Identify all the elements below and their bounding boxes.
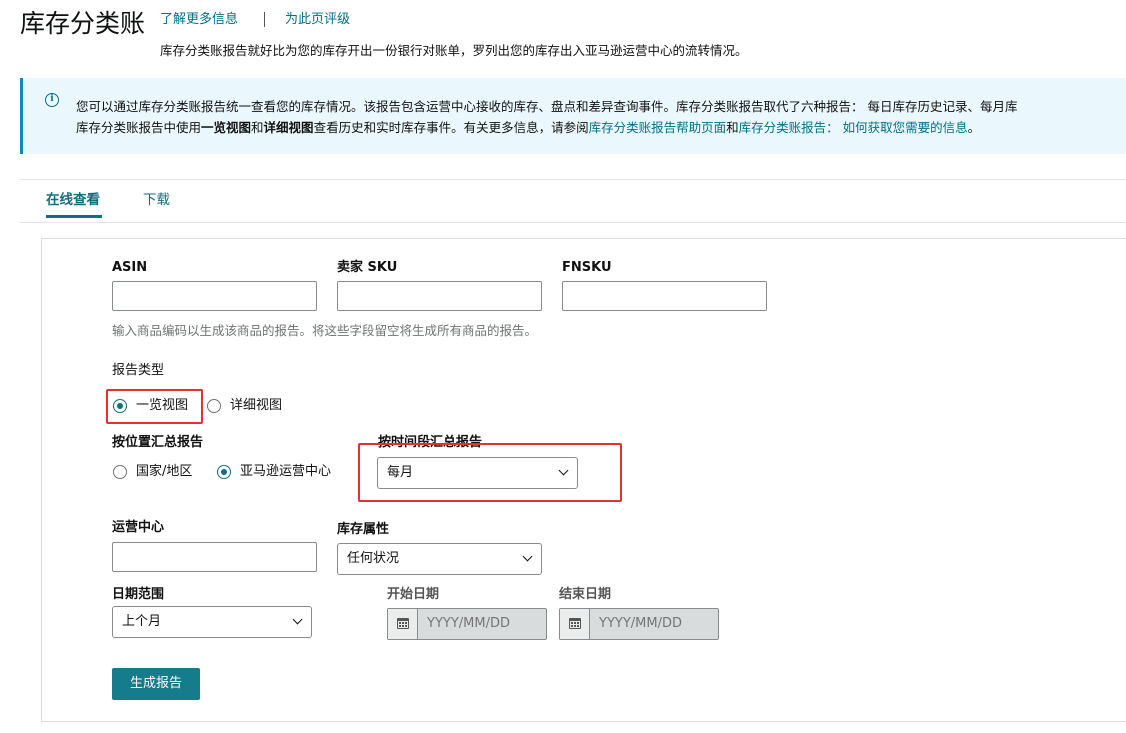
banner-text-line1: 您可以通过库存分类账报告统一查看您的库存情况。该报告包含运营中心接收的库存、盘点…	[76, 99, 1018, 114]
seller-sku-input[interactable]	[337, 281, 542, 311]
detail-view-label[interactable]: 详细视图	[230, 397, 282, 415]
detail-view-radio[interactable]	[207, 399, 221, 413]
chevron-down-icon	[292, 614, 303, 625]
fnsku-input[interactable]	[562, 281, 767, 311]
summary-view-label[interactable]: 一览视图	[136, 397, 188, 415]
how-to-get-info-link[interactable]: 库存分类账报告： 如何获取您需要的信息	[739, 120, 968, 135]
banner-text-line2: 库存分类账报告中使用一览视图和详细视图查看历史和实时库存事件。有关更多信息，请参…	[76, 118, 980, 138]
fulfillment-center-input[interactable]	[112, 542, 317, 572]
date-range-label: 日期范围	[112, 587, 165, 602]
period-select-value: 每月	[387, 465, 414, 480]
date-range-select[interactable]: 上个月	[112, 606, 312, 638]
banner-text-segment: 库存分类账报告中使用	[76, 120, 202, 135]
banner-summary-view-text: 一览视图	[201, 120, 252, 135]
active-tab-indicator	[46, 215, 102, 218]
report-type-label: 报告类型	[112, 363, 165, 378]
fnsku-label: FNSKU	[562, 260, 612, 275]
calendar-button[interactable]	[388, 609, 418, 639]
chevron-down-icon	[522, 551, 533, 562]
fulfillment-center-field-label: 运营中心	[112, 520, 165, 535]
start-date-input[interactable]: YYYY/MM/DD	[387, 608, 547, 640]
calendar-icon	[397, 618, 409, 629]
banner-text-segment: 。	[967, 120, 981, 135]
fulfillment-center-label[interactable]: 亚马逊运营中心	[240, 463, 331, 481]
asin-input[interactable]	[112, 281, 317, 311]
inventory-attribute-label: 库存属性	[337, 522, 390, 537]
banner-detail-view-text: 详细视图	[263, 120, 314, 135]
tab-online-view[interactable]: 在线查看	[46, 190, 100, 210]
end-date-label: 结束日期	[559, 587, 612, 602]
start-date-label: 开始日期	[387, 587, 440, 602]
page-subtitle: 库存分类账报告就好比为您的库存开出一份银行对账单，罗列出您的库存出入亚马逊运营中…	[160, 43, 748, 58]
info-icon: i	[45, 93, 59, 107]
inventory-attribute-value: 任何状况	[347, 551, 400, 566]
learn-more-link[interactable]: 了解更多信息	[160, 10, 238, 30]
chevron-down-icon	[558, 465, 569, 476]
summary-view-radio[interactable]	[113, 399, 127, 413]
help-page-link[interactable]: 库存分类账报告帮助页面	[589, 120, 727, 135]
date-range-value: 上个月	[122, 614, 162, 629]
country-region-radio[interactable]	[113, 465, 127, 479]
end-date-input[interactable]: YYYY/MM/DD	[559, 608, 719, 640]
banner-text-segment: 和	[251, 120, 264, 135]
asin-label: ASIN	[112, 260, 148, 275]
by-location-label: 按位置汇总报告	[112, 435, 204, 450]
rate-page-link[interactable]: 为此页评级	[285, 10, 350, 30]
banner-text-segment: 和	[726, 120, 739, 135]
info-banner: i 您可以通过库存分类账报告统一查看您的库存情况。该报告包含运营中心接收的库存、…	[20, 78, 1126, 154]
tab-download[interactable]: 下载	[143, 190, 170, 210]
generate-report-button[interactable]: 生成报告	[112, 668, 200, 700]
banner-text-segment: 查看历史和实时库存事件。有关更多信息，请参阅	[313, 120, 589, 135]
fulfillment-center-radio[interactable]	[217, 465, 231, 479]
page-title: 库存分类账	[20, 9, 146, 38]
calendar-button[interactable]	[560, 609, 590, 639]
start-date-placeholder: YYYY/MM/DD	[427, 616, 510, 631]
header-separator	[264, 12, 265, 27]
identifier-helper-text: 输入商品编码以生成该商品的报告。将这些字段留空将生成所有商品的报告。	[112, 323, 538, 338]
seller-sku-label: 卖家 SKU	[337, 260, 398, 275]
end-date-placeholder: YYYY/MM/DD	[599, 616, 682, 631]
calendar-icon	[569, 618, 581, 629]
country-region-label[interactable]: 国家/地区	[136, 463, 192, 481]
inventory-attribute-select[interactable]: 任何状况	[337, 543, 542, 575]
period-select[interactable]: 每月	[377, 457, 578, 489]
tab-bar	[20, 179, 1126, 223]
